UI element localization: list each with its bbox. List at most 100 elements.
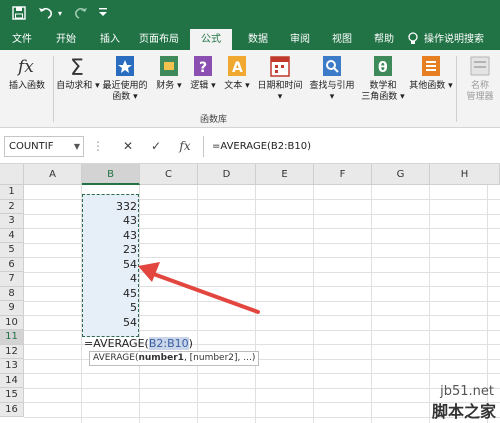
tell-me-search[interactable]: 操作说明搜索 bbox=[424, 29, 500, 50]
chevron-down-icon[interactable]: ▼ bbox=[74, 137, 80, 156]
more-functions-button[interactable]: 其他函数 ▾ bbox=[408, 54, 454, 92]
fx-icon: fx bbox=[16, 57, 34, 77]
sigma-icon: Σ bbox=[70, 56, 84, 78]
column-header-c[interactable]: C bbox=[140, 164, 198, 185]
tab-help[interactable]: 帮助 bbox=[366, 29, 402, 50]
row-header[interactable]: 2 bbox=[0, 199, 24, 214]
datetime-label: 日期和时间 bbox=[257, 81, 303, 91]
lookup-icon bbox=[323, 56, 341, 76]
logical-label: 逻辑 bbox=[190, 81, 209, 91]
row-header[interactable]: 5 bbox=[0, 243, 24, 258]
name-manager-label-2: 管理器 bbox=[466, 92, 494, 102]
autosum-button[interactable]: Σ 自动求和 ▾ bbox=[56, 54, 100, 92]
column-header-g[interactable]: G bbox=[372, 164, 430, 185]
financial-button[interactable]: 财务 ▾ bbox=[152, 54, 186, 92]
range-reference: B2:B10 bbox=[148, 337, 189, 350]
column-header-d[interactable]: D bbox=[198, 164, 256, 185]
enter-button[interactable]: ✓ bbox=[146, 136, 166, 157]
tab-formulas[interactable]: 公式 bbox=[190, 29, 232, 50]
column-header-h[interactable]: H bbox=[430, 164, 500, 185]
more-functions-icon bbox=[422, 56, 440, 76]
cell-b8[interactable]: 45 bbox=[82, 287, 137, 302]
row-header[interactable]: 4 bbox=[0, 228, 24, 243]
tab-home[interactable]: 开始 bbox=[48, 29, 84, 50]
row-header[interactable]: 9 bbox=[0, 301, 24, 316]
row-header[interactable]: 13 bbox=[0, 359, 24, 374]
cell-b6[interactable]: 54 bbox=[82, 258, 137, 273]
svg-text:?: ? bbox=[199, 60, 207, 76]
customize-icon[interactable] bbox=[98, 6, 108, 22]
name-box[interactable]: COUNTIF ▼ bbox=[4, 136, 84, 157]
tab-file[interactable]: 文件 bbox=[4, 29, 40, 50]
ribbon-tabs: 文件 开始 插入 页面布局 公式 数据 审阅 视图 帮助 操作说明搜索 bbox=[0, 29, 500, 50]
insert-function-button[interactable]: fx 插入函数 bbox=[4, 54, 50, 92]
chevron-down-icon: ▾ bbox=[397, 92, 405, 102]
tab-review[interactable]: 审阅 bbox=[282, 29, 318, 50]
row-header[interactable]: 14 bbox=[0, 373, 24, 388]
row-header[interactable]: 3 bbox=[0, 214, 24, 229]
grid-line bbox=[24, 373, 500, 374]
ribbon-formulas: fx 插入函数 Σ 自动求和 ▾ 最近使用的 函数 ▾ 财务 ▾ ? 逻辑 ▾ … bbox=[0, 50, 500, 128]
formula-input[interactable]: =AVERAGE(B2:B10) bbox=[203, 136, 500, 157]
calendar-icon bbox=[270, 56, 290, 77]
chevron-down-icon: ▾ bbox=[329, 92, 335, 102]
column-header-e[interactable]: E bbox=[256, 164, 314, 185]
svg-text:A: A bbox=[232, 60, 243, 76]
function-tooltip: AVERAGE(number1, [number2], ...) bbox=[89, 351, 260, 366]
text-functions-button[interactable]: A 文本 ▾ bbox=[220, 54, 254, 92]
row-header[interactable]: 8 bbox=[0, 286, 24, 301]
name-manager-button[interactable]: 名称 管理器 bbox=[460, 54, 500, 103]
redo-icon[interactable] bbox=[74, 6, 88, 22]
recent-functions-button[interactable]: 最近使用的 函数 ▾ bbox=[100, 54, 150, 103]
tooltip-function: AVERAGE( bbox=[93, 353, 139, 363]
tab-insert[interactable]: 插入 bbox=[92, 29, 128, 50]
cell-b4[interactable]: 43 bbox=[82, 229, 137, 244]
cell-b10[interactable]: 54 bbox=[82, 316, 137, 331]
watermark: jb51.net 脚本之家 bbox=[404, 384, 500, 423]
tab-data[interactable]: 数据 bbox=[240, 29, 276, 50]
column-header-b[interactable]: B bbox=[82, 164, 140, 185]
math-label-1: 数学和 bbox=[369, 81, 397, 91]
row-header[interactable]: 15 bbox=[0, 388, 24, 403]
insert-function-label: 插入函数 bbox=[8, 81, 45, 91]
math-label-2: 三角函数 bbox=[361, 92, 398, 102]
cell-b9[interactable]: 5 bbox=[82, 301, 137, 316]
column-header-a[interactable]: A bbox=[24, 164, 82, 185]
row-header[interactable]: 7 bbox=[0, 272, 24, 287]
tooltip-args-rest: , [number2], ...) bbox=[183, 353, 256, 363]
logical-icon: ? bbox=[194, 56, 212, 76]
row-header[interactable]: 11 bbox=[0, 330, 24, 345]
row-header[interactable]: 12 bbox=[0, 344, 24, 359]
tooltip-arg-current[interactable]: number1 bbox=[138, 353, 183, 363]
undo-icon[interactable] bbox=[38, 6, 54, 22]
cell-b2[interactable]: 332 bbox=[82, 200, 137, 215]
row-header[interactable]: 10 bbox=[0, 315, 24, 330]
cell-b7[interactable]: 4 bbox=[82, 272, 137, 287]
red-arrow-annotation bbox=[138, 262, 260, 314]
row-header[interactable]: 6 bbox=[0, 257, 24, 272]
more-options-icon[interactable]: ⋮ bbox=[92, 136, 104, 157]
save-icon[interactable] bbox=[12, 6, 26, 22]
row-header[interactable]: 1 bbox=[0, 185, 24, 200]
ribbon-separator bbox=[456, 56, 457, 122]
select-all-corner[interactable] bbox=[0, 164, 24, 185]
formula-suffix: ) bbox=[188, 337, 193, 350]
watermark-url: jb51.net bbox=[440, 384, 494, 399]
chevron-down-icon: ▾ bbox=[445, 81, 453, 91]
undo-dropdown-icon[interactable]: ▾ bbox=[58, 6, 62, 22]
cell-b5[interactable]: 23 bbox=[82, 243, 137, 258]
column-header-f[interactable]: F bbox=[314, 164, 372, 185]
function-library-group-label: 函数库 bbox=[200, 115, 228, 125]
datetime-button[interactable]: 日期和时间 ▾ bbox=[254, 54, 306, 103]
lookup-button[interactable]: 查找与引用 ▾ bbox=[306, 54, 358, 103]
tab-view[interactable]: 视图 bbox=[324, 29, 360, 50]
cancel-button[interactable]: ✕ bbox=[118, 136, 138, 157]
row-header[interactable]: 16 bbox=[0, 402, 24, 417]
tab-page-layout[interactable]: 页面布局 bbox=[134, 29, 184, 50]
math-trig-button[interactable]: θ 数学和 三角函数 ▾ bbox=[358, 54, 408, 103]
cell-b3[interactable]: 43 bbox=[82, 214, 137, 229]
cell-b11-editing[interactable]: =AVERAGE(B2:B10) bbox=[84, 336, 193, 351]
chevron-down-icon: ▾ bbox=[174, 81, 182, 91]
logical-button[interactable]: ? 逻辑 ▾ bbox=[186, 54, 220, 92]
fx-button[interactable]: fx bbox=[174, 136, 196, 157]
